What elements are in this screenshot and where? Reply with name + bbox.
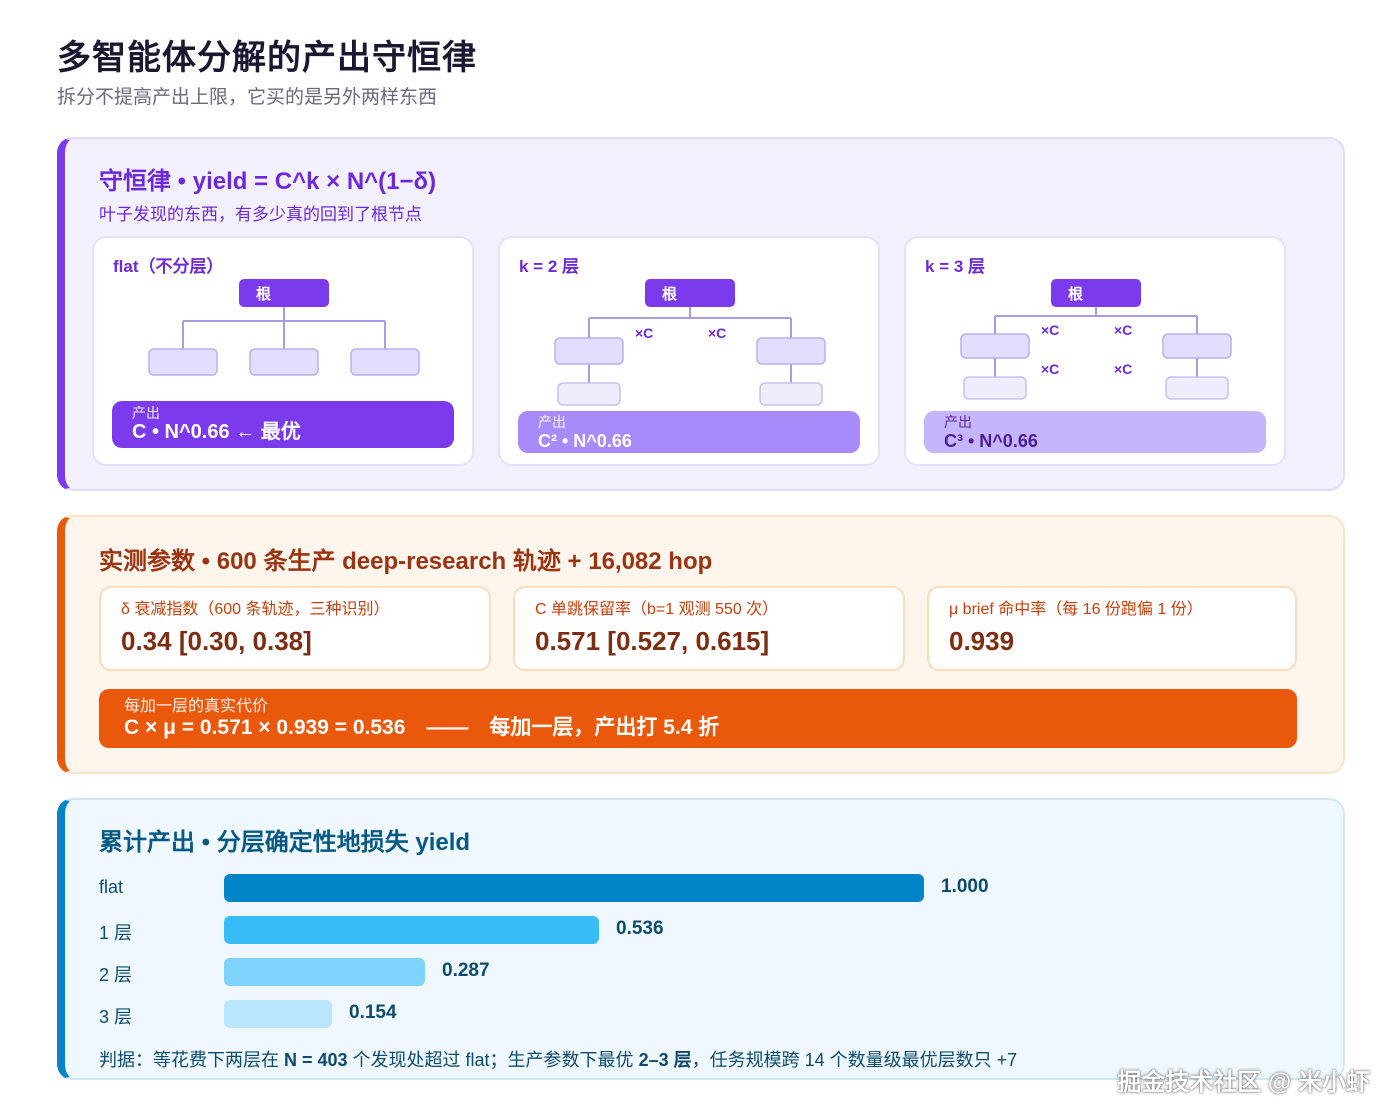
bar-category-label: 3 层 bbox=[99, 1007, 133, 1027]
cumulative-title: 累计产出 • 分层确定性地损失 yield bbox=[99, 829, 471, 856]
root-node-label: 根 bbox=[256, 285, 271, 303]
root-node bbox=[645, 279, 735, 307]
bar-category-label: 1 层 bbox=[99, 923, 133, 943]
multiplier-label: ×C bbox=[1114, 361, 1132, 377]
bar-2 bbox=[224, 958, 425, 986]
leaf-node bbox=[1165, 376, 1229, 400]
yield-bar-formula: C³ • N^0.66 bbox=[944, 431, 1038, 451]
bar-value-label: 0.536 bbox=[616, 918, 664, 939]
yield-bar-flat: 产出 C • N^0.66 ← 最优 bbox=[112, 401, 454, 448]
root-node bbox=[239, 279, 329, 307]
mid-node bbox=[554, 337, 624, 365]
yield-bar-caption: 产出 bbox=[944, 414, 972, 430]
bar-value-label: 1.000 bbox=[941, 876, 989, 897]
yield-bar-caption: 产出 bbox=[132, 405, 160, 421]
multiplier-label: ×C bbox=[1041, 361, 1059, 377]
law-title: 守恒律 • yield = C^k × N^(1−δ) bbox=[99, 168, 437, 195]
params-section: 实测参数 • 600 条生产 deep-research 轨迹 + 16,082… bbox=[57, 515, 1345, 774]
multiplier-label: ×C bbox=[1114, 322, 1132, 338]
param-card-mu: μ brief 命中率（每 16 份跑偏 1 份） 0.939 bbox=[927, 586, 1297, 671]
yield-bar-k2: 产出 C² • N^0.66 bbox=[518, 411, 860, 453]
verdict-part: 判据：等花费下两层在 bbox=[99, 1050, 284, 1070]
bar-3 bbox=[224, 1000, 332, 1028]
param-card-c: C 单跳保留率（b=1 观测 550 次） 0.571 [0.527, 0.61… bbox=[513, 586, 905, 671]
leaf-node bbox=[963, 376, 1027, 400]
param-value: 0.939 bbox=[949, 626, 1015, 656]
yield-bar-caption: 产出 bbox=[538, 414, 566, 430]
yield-bar-k3: 产出 C³ • N^0.66 bbox=[924, 411, 1266, 453]
param-value: 0.571 [0.527, 0.615] bbox=[535, 626, 770, 656]
mid-node bbox=[756, 337, 826, 365]
tree-card-k3: k = 3 层 根 ×C ×C ×C ×C 产出 C³ • N^0.66 bbox=[904, 236, 1286, 466]
law-subtitle: 叶子发现的东西，有多少真的回到了根节点 bbox=[99, 205, 422, 224]
yield-bar-formula: C • N^0.66 ← 最优 bbox=[132, 421, 301, 443]
cumulative-section: 累计产出 • 分层确定性地损失 yield flat 1.000 1 层 0.536 2… bbox=[57, 798, 1345, 1080]
tree-card-flat: flat（不分层） 根 产出 C • N^0.66 ← 最优 bbox=[92, 236, 474, 466]
multiplier-label: ×C bbox=[1041, 322, 1059, 338]
param-label: C 单跳保留率（b=1 观测 550 次） bbox=[535, 601, 779, 618]
tree-edges bbox=[182, 307, 386, 349]
tree-card-k2: k = 2 层 根 ×C ×C 产出 C² • N^0.66 bbox=[498, 236, 880, 466]
leaf-node bbox=[350, 348, 420, 376]
leaf-node bbox=[249, 348, 319, 376]
yield-bar-formula: C² • N^0.66 bbox=[538, 431, 632, 451]
verdict-part: ，任务规模跨 14 个数量级最优层数只 +7 bbox=[691, 1050, 1018, 1070]
cost-per-layer-bar: 每加一层的真实代价 C × μ = 0.571 × 0.939 = 0.536 … bbox=[99, 689, 1297, 748]
param-label: μ brief 命中率（每 16 份跑偏 1 份） bbox=[949, 601, 1203, 618]
root-node-label: 根 bbox=[1068, 285, 1083, 303]
bar-0 bbox=[224, 874, 924, 902]
page-subtitle: 拆分不提高产出上限，它买的是另外两样东西 bbox=[57, 87, 438, 108]
params-title: 实测参数 • 600 条生产 deep-research 轨迹 + 16,082… bbox=[99, 548, 713, 575]
verdict-highlight: N = 403 bbox=[284, 1050, 348, 1070]
multiplier-label: ×C bbox=[635, 325, 653, 341]
leaf-node bbox=[148, 348, 218, 376]
verdict-part: 个发现处超过 flat；生产参数下最优 bbox=[347, 1050, 639, 1070]
cost-caption: 每加一层的真实代价 bbox=[124, 698, 269, 715]
cost-formula: C × μ = 0.571 × 0.939 = 0.536 —— 每加一层，产出… bbox=[124, 716, 720, 739]
param-value: 0.34 [0.30, 0.38] bbox=[121, 626, 312, 656]
page-title: 多智能体分解的产出守恒律 bbox=[57, 39, 477, 77]
law-section: 守恒律 • yield = C^k × N^(1−δ) 叶子发现的东西，有多少真… bbox=[57, 137, 1345, 491]
verdict-text: 判据：等花费下两层在 N = 403 个发现处超过 flat；生产参数下最优 2… bbox=[99, 1046, 1017, 1072]
bar-value-label: 0.154 bbox=[349, 1002, 397, 1023]
root-node-label: 根 bbox=[662, 285, 677, 303]
mid-node bbox=[1162, 333, 1232, 359]
param-card-delta: δ 衰减指数（600 条轨迹，三种识别） 0.34 [0.30, 0.38] bbox=[99, 586, 491, 671]
leaf-node bbox=[557, 382, 621, 406]
watermark: 掘金技术社区 @ 米小虾 bbox=[1117, 1069, 1370, 1096]
verdict-highlight: 2–3 层 bbox=[638, 1050, 692, 1070]
bar-value-label: 0.287 bbox=[442, 960, 490, 981]
root-node bbox=[1051, 279, 1141, 307]
bar-category-label: 2 层 bbox=[99, 965, 133, 985]
bar-category-label: flat bbox=[99, 877, 124, 897]
bar-1 bbox=[224, 916, 599, 944]
multiplier-label: ×C bbox=[708, 325, 726, 341]
mid-node bbox=[960, 333, 1030, 359]
leaf-node bbox=[759, 382, 823, 406]
param-label: δ 衰减指数（600 条轨迹，三种识别） bbox=[121, 601, 390, 618]
